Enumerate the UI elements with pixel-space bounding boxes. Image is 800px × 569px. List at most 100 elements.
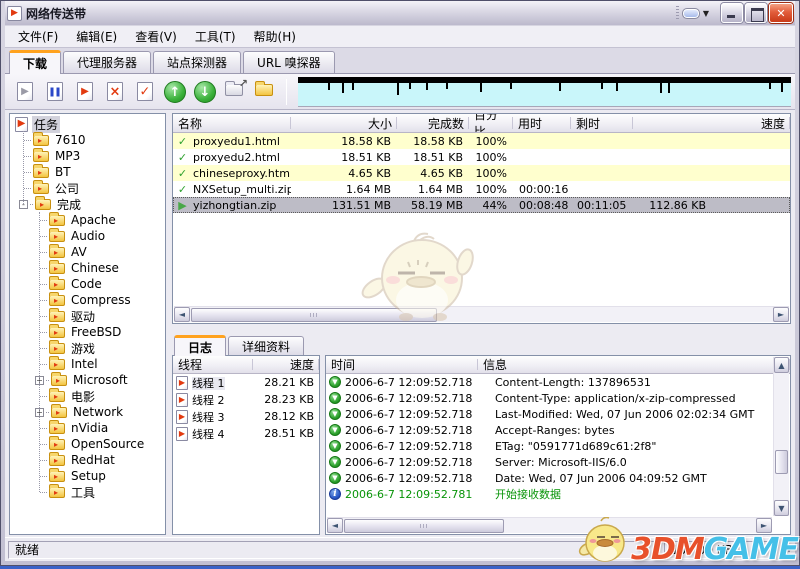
download-row[interactable]: ✓ proxyedu2.html 18.51 KB 18.51 KB 100%	[173, 149, 790, 165]
chevron-down-icon[interactable]: ▼	[703, 9, 709, 18]
download-hscrollbar[interactable]: ◄ ►	[174, 306, 789, 322]
log-list[interactable]: 时间 信息 ▼ 2006-6-7 12:09:52.718 Content-Lengt…	[325, 355, 791, 535]
tree-item-17[interactable]: + ▸ Network	[10, 403, 165, 420]
resume-task-button[interactable]: ▶	[71, 78, 99, 106]
menu-item-0[interactable]: 文件(F)	[9, 26, 67, 47]
tree-item-5[interactable]: ▸ Apache	[10, 211, 165, 228]
thread-row[interactable]: ▶ 线程 3 28.12 KB	[173, 408, 319, 425]
thread-row[interactable]: ▶ 线程 1 28.21 KB	[173, 374, 319, 391]
scroll-right-icon[interactable]: ►	[773, 307, 789, 322]
close-button[interactable]: ✕	[769, 3, 793, 23]
pause-task-button[interactable]	[41, 78, 69, 106]
minimize-button[interactable]	[721, 3, 743, 23]
resize-grip[interactable]	[779, 546, 792, 559]
log-row[interactable]: ▼ 2006-6-7 12:09:52.718 ETag: "0591771d689…	[326, 438, 773, 454]
thread-list[interactable]: 线程 速度 ▶ 线程 1 28.21 KB ▶ 线程 2 28.23 KB ▶ 线程 3 28.1…	[172, 355, 320, 535]
delete-task-button[interactable]: ×	[101, 78, 129, 106]
check-task-button[interactable]: ✓	[131, 78, 159, 106]
tree-item-11[interactable]: ▸ 驱动	[10, 307, 165, 324]
download-list[interactable]: 名称 大小 完成数 百分比 用时 剩时 速度 ✓ proxyedu1.html 18.58 KB…	[172, 113, 791, 324]
log-row[interactable]: ▼ 2006-6-7 12:09:52.718 Accept-Ranges: byt…	[326, 422, 773, 438]
log-hscrollbar[interactable]: ◄ ►	[327, 517, 772, 533]
scroll-down-icon[interactable]: ▼	[774, 500, 789, 516]
scroll-left-icon[interactable]: ◄	[327, 518, 343, 533]
tree-item-4[interactable]: - ▸ 完成	[10, 195, 165, 212]
tree-item-19[interactable]: ▸ OpenSource	[10, 435, 165, 452]
tree-item-8[interactable]: ▸ Chinese	[10, 259, 165, 276]
tree-item-3[interactable]: ▸ 公司	[10, 179, 165, 196]
column-header-2[interactable]: 完成数	[397, 114, 469, 132]
tree-item-0[interactable]: ▸ 7610	[10, 131, 165, 148]
log-row[interactable]: ▼ 2006-6-7 12:09:52.718 Content-Length: 13…	[326, 374, 773, 390]
log-row[interactable]: ▼ 2006-6-7 12:09:52.718 Content-Type: appl…	[326, 390, 773, 406]
tree-stub	[40, 475, 47, 477]
thread-column-header[interactable]: 线程	[173, 356, 253, 373]
bottom-tab-1[interactable]: 详细资料	[228, 336, 305, 355]
tree-item-2[interactable]: ▸ BT	[10, 163, 165, 180]
tab-3[interactable]: URL 嗅探器	[243, 51, 335, 73]
download-row[interactable]: ▶ yizhongtian.zip 131.51 MB 58.19 MB 44% 00:0…	[173, 197, 790, 213]
scroll-right-icon[interactable]: ►	[756, 518, 772, 533]
download-row[interactable]: ✓ proxyedu1.html 18.58 KB 18.58 KB 100%	[173, 133, 790, 149]
log-row[interactable]: ▼ 2006-6-7 12:09:52.718 Server: Microsoft-…	[326, 454, 773, 470]
column-header-4[interactable]: 用时	[513, 114, 571, 132]
tree-item-1[interactable]: ▸ MP3	[10, 147, 165, 164]
toolbar-grip-icon[interactable]	[675, 6, 679, 20]
download-row[interactable]: ✓ NXSetup_multi.zip 1.64 MB 1.64 MB 100% 00:0…	[173, 181, 790, 197]
menu-item-1[interactable]: 编辑(E)	[67, 26, 126, 47]
log-row[interactable]: i 2006-6-7 12:09:52.781 开始接收数据	[326, 486, 773, 502]
thread-row[interactable]: ▶ 线程 4 28.51 KB	[173, 425, 319, 442]
speed-column-header[interactable]: 速度	[253, 356, 319, 373]
tree-item-9[interactable]: ▸ Code	[10, 275, 165, 292]
tree-item-12[interactable]: ▸ FreeBSD	[10, 323, 165, 340]
column-header-6[interactable]: 速度	[633, 114, 790, 132]
thread-row[interactable]: ▶ 线程 2 28.23 KB	[173, 391, 319, 408]
scroll-up-icon[interactable]: ▲	[774, 357, 789, 373]
column-header-3[interactable]: 百分比	[469, 114, 513, 132]
download-row[interactable]: ✓ chineseproxy.htm 4.65 KB 4.65 KB 100%	[173, 165, 790, 181]
menu-item-2[interactable]: 查看(V)	[126, 26, 186, 47]
tab-2[interactable]: 站点探测器	[153, 51, 242, 73]
open-folder-button[interactable]	[251, 78, 279, 106]
move-up-button[interactable]: ↑	[161, 78, 189, 106]
tree-root-task[interactable]: ▶ 任务	[10, 115, 165, 133]
panel-splitter[interactable]	[172, 324, 791, 333]
device-icon[interactable]	[681, 7, 700, 19]
title-bar[interactable]: ▶ 网络传送带 ▼ ✕	[5, 1, 795, 25]
tree-item-14[interactable]: ▸ Intel	[10, 355, 165, 372]
message-column-header[interactable]: 信息	[478, 356, 790, 373]
scroll-thumb[interactable]	[775, 450, 788, 474]
tab-1[interactable]: 代理服务器	[63, 51, 152, 73]
tree-item-7[interactable]: ▸ AV	[10, 243, 165, 260]
menu-item-4[interactable]: 帮助(H)	[245, 26, 305, 47]
log-vscrollbar[interactable]: ▲ ▼	[773, 357, 789, 516]
log-row[interactable]: ▼ 2006-6-7 12:09:52.718 Last-Modified: Wed…	[326, 406, 773, 422]
maximize-button[interactable]	[745, 3, 767, 23]
scroll-left-icon[interactable]: ◄	[174, 307, 190, 322]
bottom-tab-0[interactable]: 日志	[174, 335, 227, 356]
new-task-button[interactable]: ▶	[11, 78, 39, 106]
tree-item-6[interactable]: ▸ Audio	[10, 227, 165, 244]
tree-item-15[interactable]: + ▸ Microsoft	[10, 371, 165, 388]
tree-item-22[interactable]: ▸ 工具	[10, 483, 165, 500]
tree-item-10[interactable]: ▸ Compress	[10, 291, 165, 308]
log-row[interactable]: ▼ 2006-6-7 12:09:52.718 Date: Wed, 07 Jun …	[326, 470, 773, 486]
move-down-button[interactable]: ↓	[191, 78, 219, 106]
open-target-folder-button[interactable]: ↗	[221, 77, 249, 106]
column-header-0[interactable]: 名称	[173, 114, 291, 132]
tree-item-18[interactable]: ▸ nVidia	[10, 419, 165, 436]
time-column-header[interactable]: 时间	[326, 356, 478, 373]
titlebar-toolbar[interactable]: ▼	[675, 6, 709, 20]
scroll-thumb[interactable]	[191, 307, 437, 322]
menu-item-3[interactable]: 工具(T)	[186, 26, 245, 47]
tab-0[interactable]: 下载	[9, 50, 62, 74]
tree-item-13[interactable]: ▸ 游戏	[10, 339, 165, 356]
scroll-thumb[interactable]	[344, 518, 505, 533]
log-time: 2006-6-7 12:09:52.781	[345, 487, 473, 501]
tree-item-16[interactable]: ▸ 电影	[10, 387, 165, 404]
column-header-5[interactable]: 剩时	[571, 114, 633, 132]
category-tree[interactable]: ▶ 任务 ▸ 7610 ▸ MP3 ▸ BT ▸ 公司 - ▸ 完成 ▸ Apache ▸ Audio ▸ AV ▸ C…	[9, 113, 166, 535]
tree-item-20[interactable]: ▸ RedHat	[10, 451, 165, 468]
tree-item-21[interactable]: ▸ Setup	[10, 467, 165, 484]
column-header-1[interactable]: 大小	[291, 114, 397, 132]
